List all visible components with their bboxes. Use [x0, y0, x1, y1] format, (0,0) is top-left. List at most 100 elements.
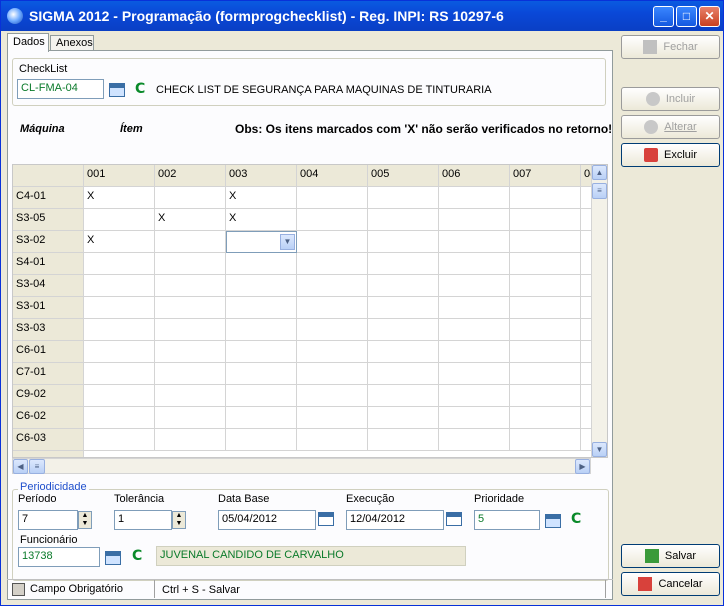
grid-cell[interactable] — [368, 407, 439, 429]
grid-cell[interactable] — [368, 187, 439, 209]
grid-cell[interactable] — [368, 231, 439, 253]
grid-cell[interactable]: X — [84, 231, 155, 253]
tolerancia-stepper[interactable]: ▲ ▼ — [172, 511, 186, 529]
grid-cell[interactable] — [155, 429, 226, 451]
grid-cell[interactable]: X — [226, 187, 297, 209]
grid-cell[interactable] — [84, 429, 155, 451]
tab-anexos[interactable]: Anexos — [50, 35, 94, 51]
grid-cell[interactable] — [510, 341, 581, 363]
funcionario-code-input[interactable]: 13738 — [18, 547, 100, 567]
fechar-button[interactable]: Fechar — [621, 35, 720, 59]
row-header[interactable]: C6-01 — [13, 341, 84, 363]
grid-cell[interactable] — [226, 363, 297, 385]
tab-dados[interactable]: Dados — [7, 33, 49, 52]
grid-cell[interactable] — [84, 253, 155, 275]
alterar-button[interactable]: Alterar — [621, 115, 720, 139]
grid-cell[interactable] — [368, 275, 439, 297]
grid-cell[interactable] — [297, 341, 368, 363]
grid-cell[interactable] — [226, 297, 297, 319]
periodo-input[interactable]: 7 — [18, 510, 78, 530]
row-header[interactable]: C6-02 — [13, 407, 84, 429]
grid-cell[interactable] — [226, 253, 297, 275]
column-header[interactable]: 005 — [368, 165, 439, 187]
tolerancia-input[interactable]: 1 — [114, 510, 172, 530]
grid-cell[interactable] — [84, 341, 155, 363]
grid-cell[interactable] — [439, 429, 510, 451]
row-header[interactable]: S3-02 — [13, 231, 84, 253]
grid-cell[interactable] — [510, 407, 581, 429]
grid-cell[interactable] — [84, 407, 155, 429]
grid-cell[interactable] — [297, 407, 368, 429]
grid-cell[interactable] — [439, 407, 510, 429]
checklist-grid[interactable]: 001 002 003 004 005 006 007 0(C4-01 X X S3-05 X X S3-… — [12, 164, 608, 458]
grid-cell[interactable] — [297, 297, 368, 319]
chevron-down-icon[interactable]: ▼ — [280, 234, 295, 250]
row-header[interactable]: C6-03 — [13, 429, 84, 451]
funcionario-lookup-icon[interactable] — [105, 551, 121, 565]
grid-cell[interactable] — [155, 385, 226, 407]
grid-cell[interactable] — [510, 253, 581, 275]
grid-cell[interactable] — [297, 187, 368, 209]
grid-cell[interactable] — [155, 319, 226, 341]
grid-cell[interactable] — [368, 297, 439, 319]
horizontal-scrollbar[interactable]: ◀ ≡ ▶ — [12, 458, 591, 474]
data-base-input[interactable]: 05/04/2012 — [218, 510, 316, 530]
grid-cell[interactable] — [155, 231, 226, 253]
salvar-button[interactable]: Salvar — [621, 544, 720, 568]
minimize-button[interactable]: _ — [653, 6, 674, 27]
grid-cell[interactable] — [368, 209, 439, 231]
grid-cell[interactable] — [155, 187, 226, 209]
grid-cell[interactable] — [510, 187, 581, 209]
prioridade-lookup-icon[interactable] — [545, 514, 561, 528]
funcionario-clear-icon[interactable]: C — [132, 548, 146, 564]
excluir-button[interactable]: Excluir — [621, 143, 720, 167]
grid-cell[interactable] — [368, 429, 439, 451]
grid-cell[interactable] — [510, 319, 581, 341]
grid-cell[interactable] — [439, 363, 510, 385]
grid-cell[interactable]: X — [84, 187, 155, 209]
incluir-button[interactable]: Incluir — [621, 87, 720, 111]
grid-cell[interactable] — [226, 385, 297, 407]
grid-cell[interactable] — [439, 209, 510, 231]
grid-cell[interactable] — [368, 319, 439, 341]
grid-cell[interactable] — [297, 275, 368, 297]
grid-cell[interactable] — [439, 341, 510, 363]
scroll-thumb-vertical[interactable]: ≡ — [592, 183, 607, 199]
column-header[interactable]: 002 — [155, 165, 226, 187]
column-header[interactable]: 006 — [439, 165, 510, 187]
grid-cell[interactable] — [297, 209, 368, 231]
column-header[interactable]: 003 — [226, 165, 297, 187]
grid-cell[interactable] — [439, 187, 510, 209]
grid-cell[interactable] — [368, 341, 439, 363]
grid-cell[interactable] — [84, 297, 155, 319]
execucao-calendar-icon[interactable] — [446, 512, 462, 526]
row-header[interactable]: S3-01 — [13, 297, 84, 319]
periodo-stepper[interactable]: ▲ ▼ — [78, 511, 92, 529]
grid-cell[interactable] — [439, 385, 510, 407]
grid-cell[interactable] — [510, 231, 581, 253]
grid-cell[interactable] — [155, 253, 226, 275]
grid-cell[interactable] — [155, 275, 226, 297]
grid-cell[interactable] — [84, 275, 155, 297]
grid-cell[interactable] — [368, 385, 439, 407]
grid-cell[interactable] — [297, 363, 368, 385]
grid-cell[interactable] — [84, 363, 155, 385]
execucao-input[interactable]: 12/04/2012 — [346, 510, 444, 530]
clear-icon[interactable]: C — [135, 81, 149, 97]
grid-cell[interactable] — [84, 385, 155, 407]
maximize-button[interactable]: □ — [676, 6, 697, 27]
row-header[interactable]: C7-01 — [13, 363, 84, 385]
grid-cell[interactable] — [439, 253, 510, 275]
column-header[interactable]: 004 — [297, 165, 368, 187]
scroll-left-button[interactable]: ◀ — [13, 459, 28, 474]
row-header[interactable]: S3-03 — [13, 319, 84, 341]
grid-cell[interactable] — [510, 385, 581, 407]
row-header[interactable]: C9-02 — [13, 385, 84, 407]
grid-cell[interactable]: X — [226, 209, 297, 231]
scroll-up-button[interactable]: ▲ — [592, 165, 607, 180]
grid-cell[interactable] — [226, 429, 297, 451]
scroll-thumb[interactable]: ≡ — [29, 459, 45, 474]
grid-cell[interactable] — [155, 341, 226, 363]
row-header[interactable]: S3-05 — [13, 209, 84, 231]
grid-cell[interactable] — [510, 297, 581, 319]
